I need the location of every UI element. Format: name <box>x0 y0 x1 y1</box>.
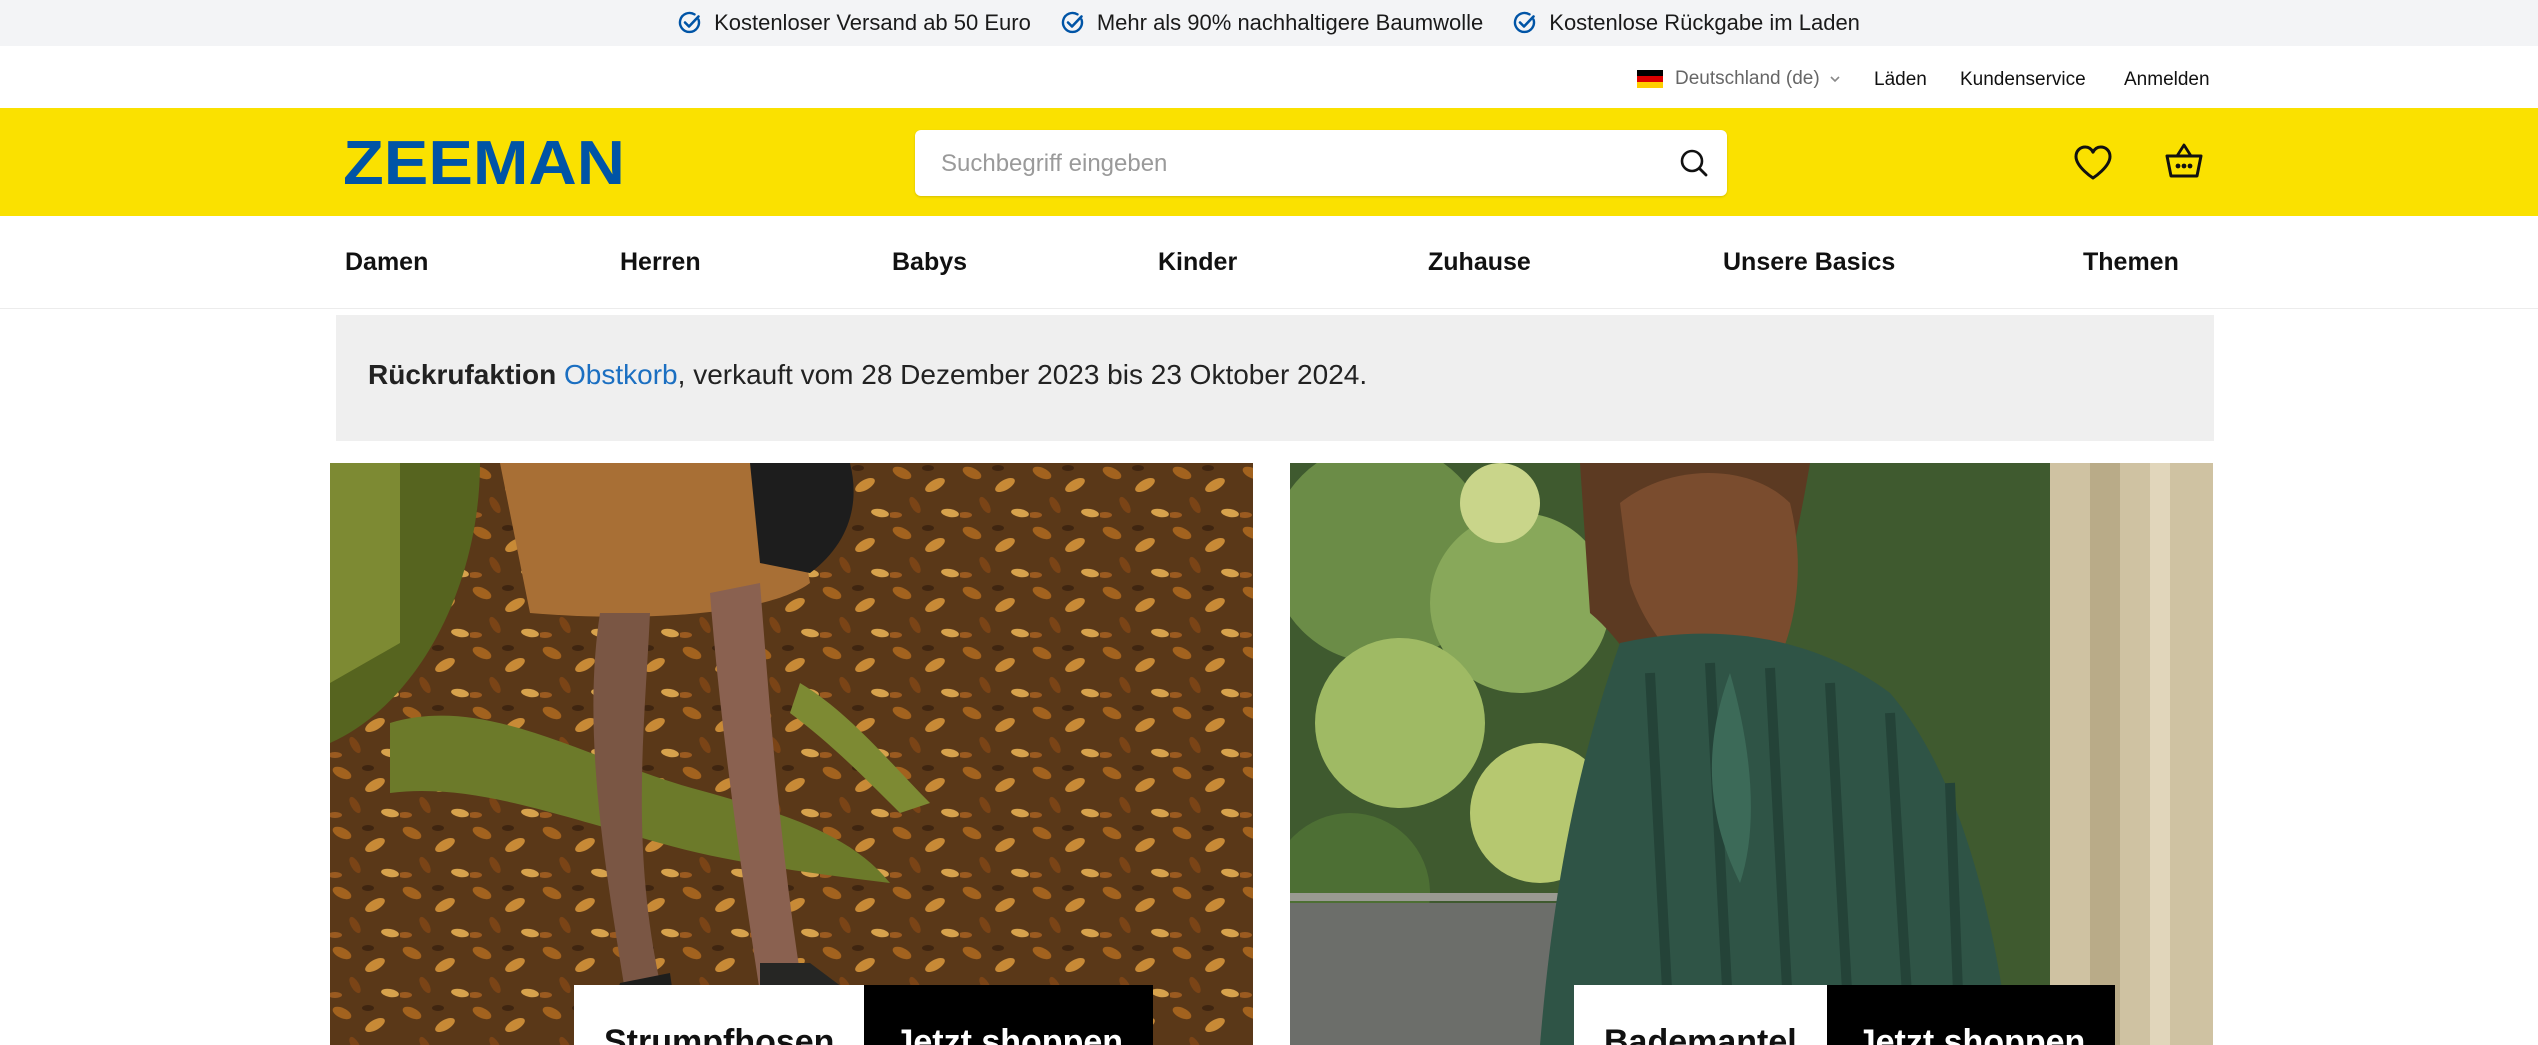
svg-text:ZEEMAN: ZEEMAN <box>343 136 625 188</box>
usp-bar: Kostenloser Versand ab 50 Euro Mehr als … <box>0 0 2538 46</box>
login-link[interactable]: Anmelden <box>2124 69 2210 91</box>
usp-text: Kostenlose Rückgabe im Laden <box>1549 10 1860 35</box>
promo-card-tights[interactable]: Strumpfhosen Jetzt shoppen <box>330 463 1253 1045</box>
promo-label[interactable]: Bademantel <box>1574 985 1827 1045</box>
usp-text: Mehr als 90% nachhaltigere Baumwolle <box>1096 10 1484 35</box>
promo-image-tights <box>330 463 1253 1045</box>
check-circle-icon <box>678 11 701 34</box>
promo-cta-bathrobe[interactable]: Bademantel Jetzt shoppen <box>1574 985 2116 1045</box>
promo-label[interactable]: Strumpfhosen <box>574 985 865 1045</box>
stores-link[interactable]: Läden <box>1874 69 1927 91</box>
country-selector[interactable]: Deutschland (de) <box>1637 68 1842 90</box>
nav-item-themen[interactable]: Themen <box>2083 248 2179 277</box>
nav-item-herren[interactable]: Herren <box>620 248 701 277</box>
usp-text: Kostenloser Versand ab 50 Euro <box>714 10 1031 35</box>
recall-message: Rückrufaktion Obstkorb, verkauft vom 28 … <box>368 359 1367 391</box>
check-circle-icon <box>1514 11 1536 34</box>
recall-banner: Rückrufaktion Obstkorb, verkauft vom 28 … <box>336 315 2214 441</box>
logo[interactable]: ZEEMAN <box>343 129 625 198</box>
usp-item: Kostenloser Versand ab 50 Euro <box>678 10 1031 36</box>
search-bar <box>915 130 1727 198</box>
search-icon[interactable] <box>1677 146 1711 180</box>
shop-now-button[interactable]: Jetzt shoppen <box>864 985 1154 1045</box>
recall-details: , verkauft vom 28 Dezember 2023 bis 23 O… <box>677 359 1368 390</box>
heart-icon[interactable] <box>2073 144 2113 182</box>
basket-icon[interactable] <box>2163 140 2205 182</box>
german-flag-icon <box>1637 70 1663 88</box>
country-label: Deutschland (de) <box>1675 68 1820 89</box>
header: ZEEMAN <box>0 108 2538 216</box>
nav-item-damen[interactable]: Damen <box>345 248 428 277</box>
chevron-down-icon <box>1830 76 1840 83</box>
customer-service-link[interactable]: Kundenservice <box>1960 69 2086 91</box>
nav-item-unsere-basics[interactable]: Unsere Basics <box>1723 248 1895 277</box>
nav-item-kinder[interactable]: Kinder <box>1158 248 1237 277</box>
usp-item: Mehr als 90% nachhaltigere Baumwolle <box>1061 10 1483 36</box>
service-bar: Deutschland (de) Läden Kundenservice Anm… <box>0 46 2538 108</box>
nav-item-zuhause[interactable]: Zuhause <box>1428 248 1531 277</box>
search-input[interactable] <box>939 130 1643 198</box>
check-circle-icon <box>1061 11 1083 34</box>
nav-item-babys[interactable]: Babys <box>892 248 967 277</box>
recall-product-link[interactable]: Obstkorb <box>564 359 678 390</box>
main-nav: Damen Herren Babys Kinder Zuhause Unsere… <box>0 216 2538 309</box>
promo-image-bathrobe <box>1290 463 2213 1045</box>
usp-item: Kostenlose Rückgabe im Laden <box>1513 10 1860 36</box>
promo-card-bathrobe[interactable]: Bademantel Jetzt shoppen <box>1290 463 2213 1045</box>
shop-now-button[interactable]: Jetzt shoppen <box>1826 985 2116 1045</box>
recall-title: Rückrufaktion <box>368 359 557 390</box>
promo-cta-tights[interactable]: Strumpfhosen Jetzt shoppen <box>574 985 1154 1045</box>
